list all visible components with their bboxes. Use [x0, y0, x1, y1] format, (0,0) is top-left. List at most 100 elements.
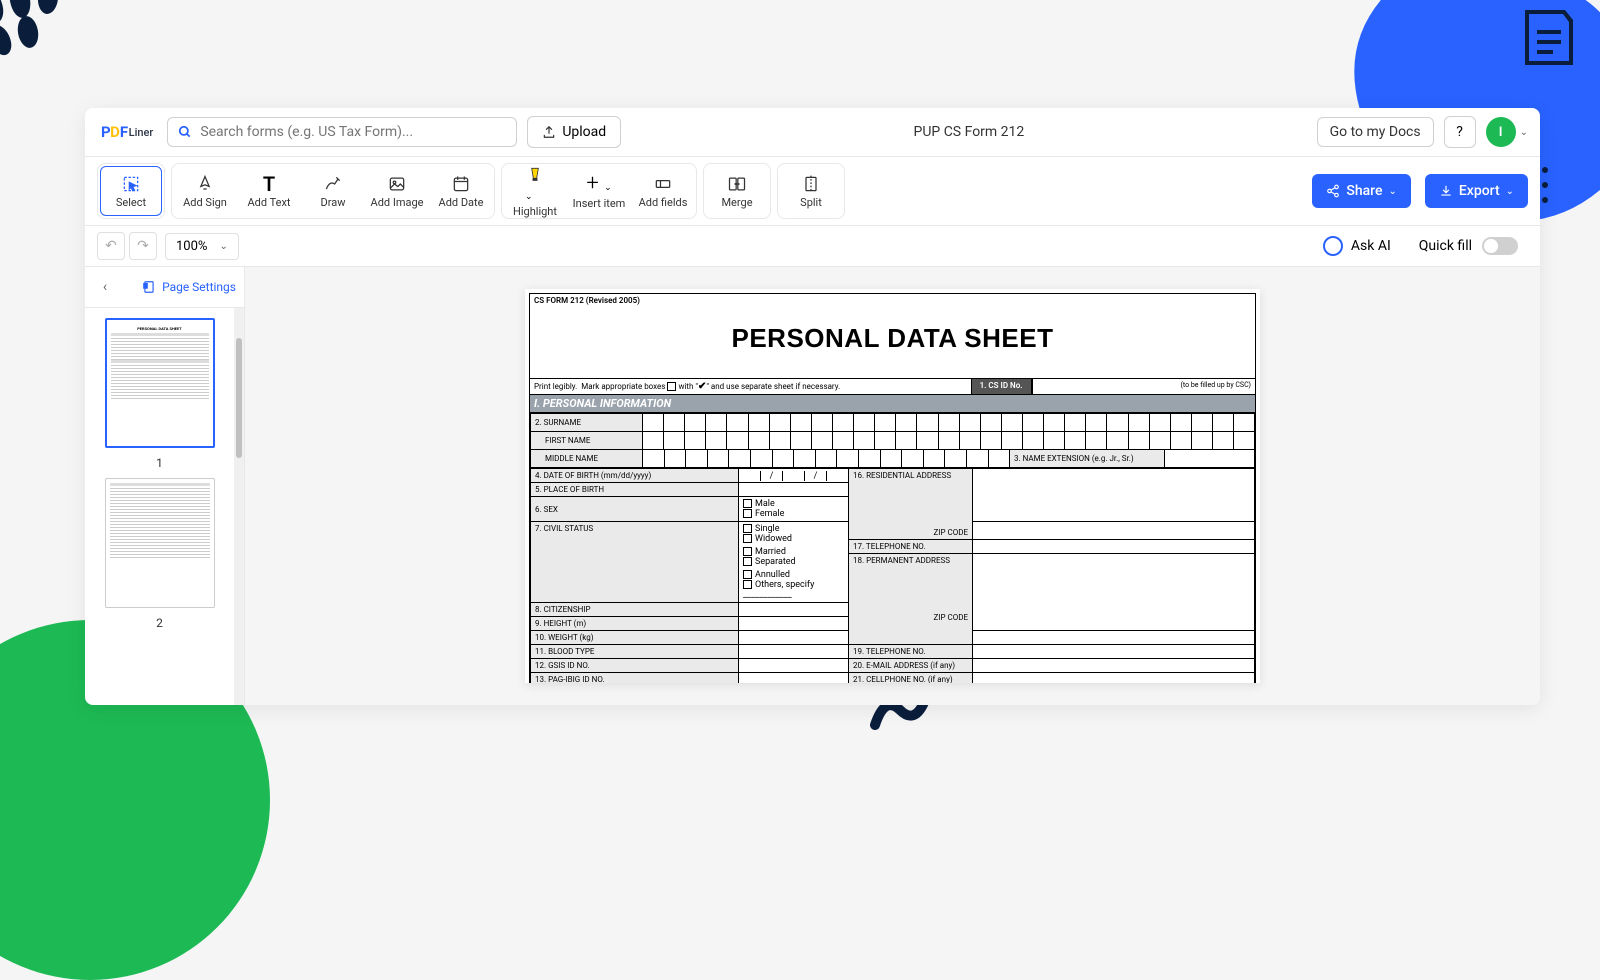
tool-add-fields[interactable]: Add fields [632, 166, 694, 216]
sidebar-scrollbar[interactable] [234, 308, 244, 705]
date-icon [451, 174, 471, 194]
field-email[interactable] [973, 659, 1255, 673]
quickfill-control: Quick fill [1409, 233, 1528, 259]
label-blood: 11. BLOOD TYPE [531, 645, 739, 659]
field-height[interactable] [739, 617, 849, 631]
field-surname[interactable] [643, 414, 1255, 432]
search-input[interactable] [200, 124, 506, 140]
app-window: PDFLiner Upload PUP CS Form 212 Go to my… [85, 108, 1540, 705]
ask-ai-button[interactable]: Ask AI [1313, 232, 1401, 260]
field-dob[interactable]: // [739, 469, 849, 483]
label-citizenship: 8. CITIZENSHIP [531, 603, 739, 617]
form-title: PERSONAL DATA SHEET [530, 307, 1255, 378]
label-dob: 4. DATE OF BIRTH (mm/dd/yyyy) [531, 469, 739, 483]
document-page-1: CS FORM 212 (Revised 2005) PERSONAL DATA… [525, 289, 1260, 683]
page-thumbnail-2[interactable] [105, 478, 215, 608]
tool-insert-item[interactable]: + ⌄ Insert item [568, 166, 630, 216]
tool-merge[interactable]: Merge [706, 166, 768, 216]
logo[interactable]: PDFLiner [97, 123, 157, 141]
field-tel2[interactable] [973, 645, 1255, 659]
thumbnail-label: 1 [156, 456, 163, 470]
share-button[interactable]: Share ⌄ [1312, 174, 1411, 208]
user-menu[interactable]: I ⌄ [1486, 117, 1528, 147]
label-height: 9. HEIGHT (m) [531, 617, 739, 631]
field-res-addr[interactable] [973, 469, 1255, 522]
label-pagibig: 13. PAG-IBIG ID NO. [531, 673, 739, 684]
form-table-2: 4. DATE OF BIRTH (mm/dd/yyyy) // 16. RES… [530, 468, 1255, 683]
export-button[interactable]: Export ⌄ [1425, 174, 1528, 208]
form-table: 2. SURNAME FIRST NAME MIDDLE NAME 3. NAM… [530, 413, 1255, 468]
label-res-addr: 16. RESIDENTIAL ADDRESSZIP CODE [849, 469, 973, 540]
field-citizenship[interactable] [739, 603, 849, 617]
field-middlename[interactable] [643, 450, 1010, 468]
field-gsis[interactable] [739, 659, 849, 673]
thumbnail-label: 2 [156, 616, 163, 630]
label-gsis: 12. GSIS ID NO. [531, 659, 739, 673]
field-civil[interactable]: SingleWidowed MarriedSeparated AnnulledO… [739, 522, 849, 603]
tool-add-image[interactable]: Add Image [366, 166, 428, 216]
chevron-down-icon: ⌄ [219, 241, 227, 252]
field-firstname[interactable] [643, 432, 1255, 450]
upload-button[interactable]: Upload [527, 116, 621, 148]
field-cell[interactable] [973, 673, 1255, 684]
field-pagibig[interactable] [739, 673, 849, 684]
avatar: I [1486, 117, 1516, 147]
upload-label: Upload [562, 124, 606, 140]
chevron-down-icon: ⌄ [1506, 186, 1514, 197]
section-header-1: I. PERSONAL INFORMATION [530, 394, 1255, 413]
tool-highlight[interactable]: ⌄ Highlight [504, 166, 566, 216]
tool-add-text[interactable]: T Add Text [238, 166, 300, 216]
ai-icon [1323, 236, 1343, 256]
field-tel[interactable] [973, 540, 1255, 554]
merge-icon [727, 174, 747, 194]
field-sex[interactable]: Male Female [739, 497, 849, 522]
redo-button[interactable]: ↷ [129, 232, 157, 260]
label-tel: 17. TELEPHONE NO. [849, 540, 973, 554]
field-pob[interactable] [739, 483, 849, 497]
csid-label: 1. CS ID No. [971, 379, 1032, 394]
text-icon: T [263, 174, 275, 194]
tool-draw[interactable]: Draw [302, 166, 364, 216]
split-icon [801, 174, 821, 194]
highlight-icon: ⌄ [525, 165, 545, 203]
image-icon [387, 174, 407, 194]
field-perm-zip[interactable] [973, 631, 1255, 645]
zoom-dropdown[interactable]: 100% ⌄ [165, 233, 239, 260]
tool-add-date[interactable]: Add Date [430, 166, 492, 216]
field-blood[interactable] [739, 645, 849, 659]
thumbnail-sidebar: ‹ Page Settings PERSONAL DATA SHEET [85, 267, 245, 705]
field-name-ext[interactable] [1165, 450, 1255, 468]
document-canvas[interactable]: CS FORM 212 (Revised 2005) PERSONAL DATA… [245, 267, 1540, 705]
page-settings-button[interactable]: Page Settings [142, 280, 236, 294]
page-thumbnail-1[interactable]: PERSONAL DATA SHEET [105, 318, 215, 448]
tool-select[interactable]: Select [100, 166, 162, 216]
label-middlename: MIDDLE NAME [531, 450, 643, 468]
tool-split[interactable]: Split [780, 166, 842, 216]
label-email: 20. E-MAIL ADDRESS (if any) [849, 659, 973, 673]
sign-icon [195, 174, 215, 194]
csid-note: (to be filled up by CSC) [1177, 379, 1256, 394]
collapse-sidebar-button[interactable]: ‹ [93, 275, 117, 299]
field-weight[interactable] [739, 631, 849, 645]
csid-value-field[interactable] [1032, 379, 1177, 394]
secondary-toolbar: ↶ ↷ 100% ⌄ Ask AI Quick fill [85, 226, 1540, 267]
label-perm-addr: 18. PERMANENT ADDRESSZIP CODE [849, 554, 973, 645]
plus-icon: + ⌄ [586, 173, 611, 195]
field-res-zip[interactable] [973, 522, 1255, 540]
label-cell: 21. CELLPHONE NO. (if any) [849, 673, 973, 684]
page-settings-icon [142, 280, 156, 294]
search-box[interactable] [167, 117, 517, 147]
label-surname: 2. SURNAME [531, 414, 643, 432]
goto-docs-button[interactable]: Go to my Docs [1317, 117, 1434, 147]
field-perm-addr[interactable] [973, 554, 1255, 631]
undo-button[interactable]: ↶ [97, 232, 125, 260]
chevron-down-icon: ⌄ [1520, 127, 1528, 138]
search-icon [178, 125, 192, 139]
select-icon [121, 174, 141, 194]
help-button[interactable]: ? [1444, 116, 1476, 148]
tool-add-sign[interactable]: Add Sign [174, 166, 236, 216]
share-icon [1326, 184, 1340, 198]
fields-icon [653, 174, 673, 194]
toolbar: Select Add Sign T Add Text Draw Add Imag… [85, 157, 1540, 226]
quickfill-toggle[interactable] [1482, 237, 1518, 255]
